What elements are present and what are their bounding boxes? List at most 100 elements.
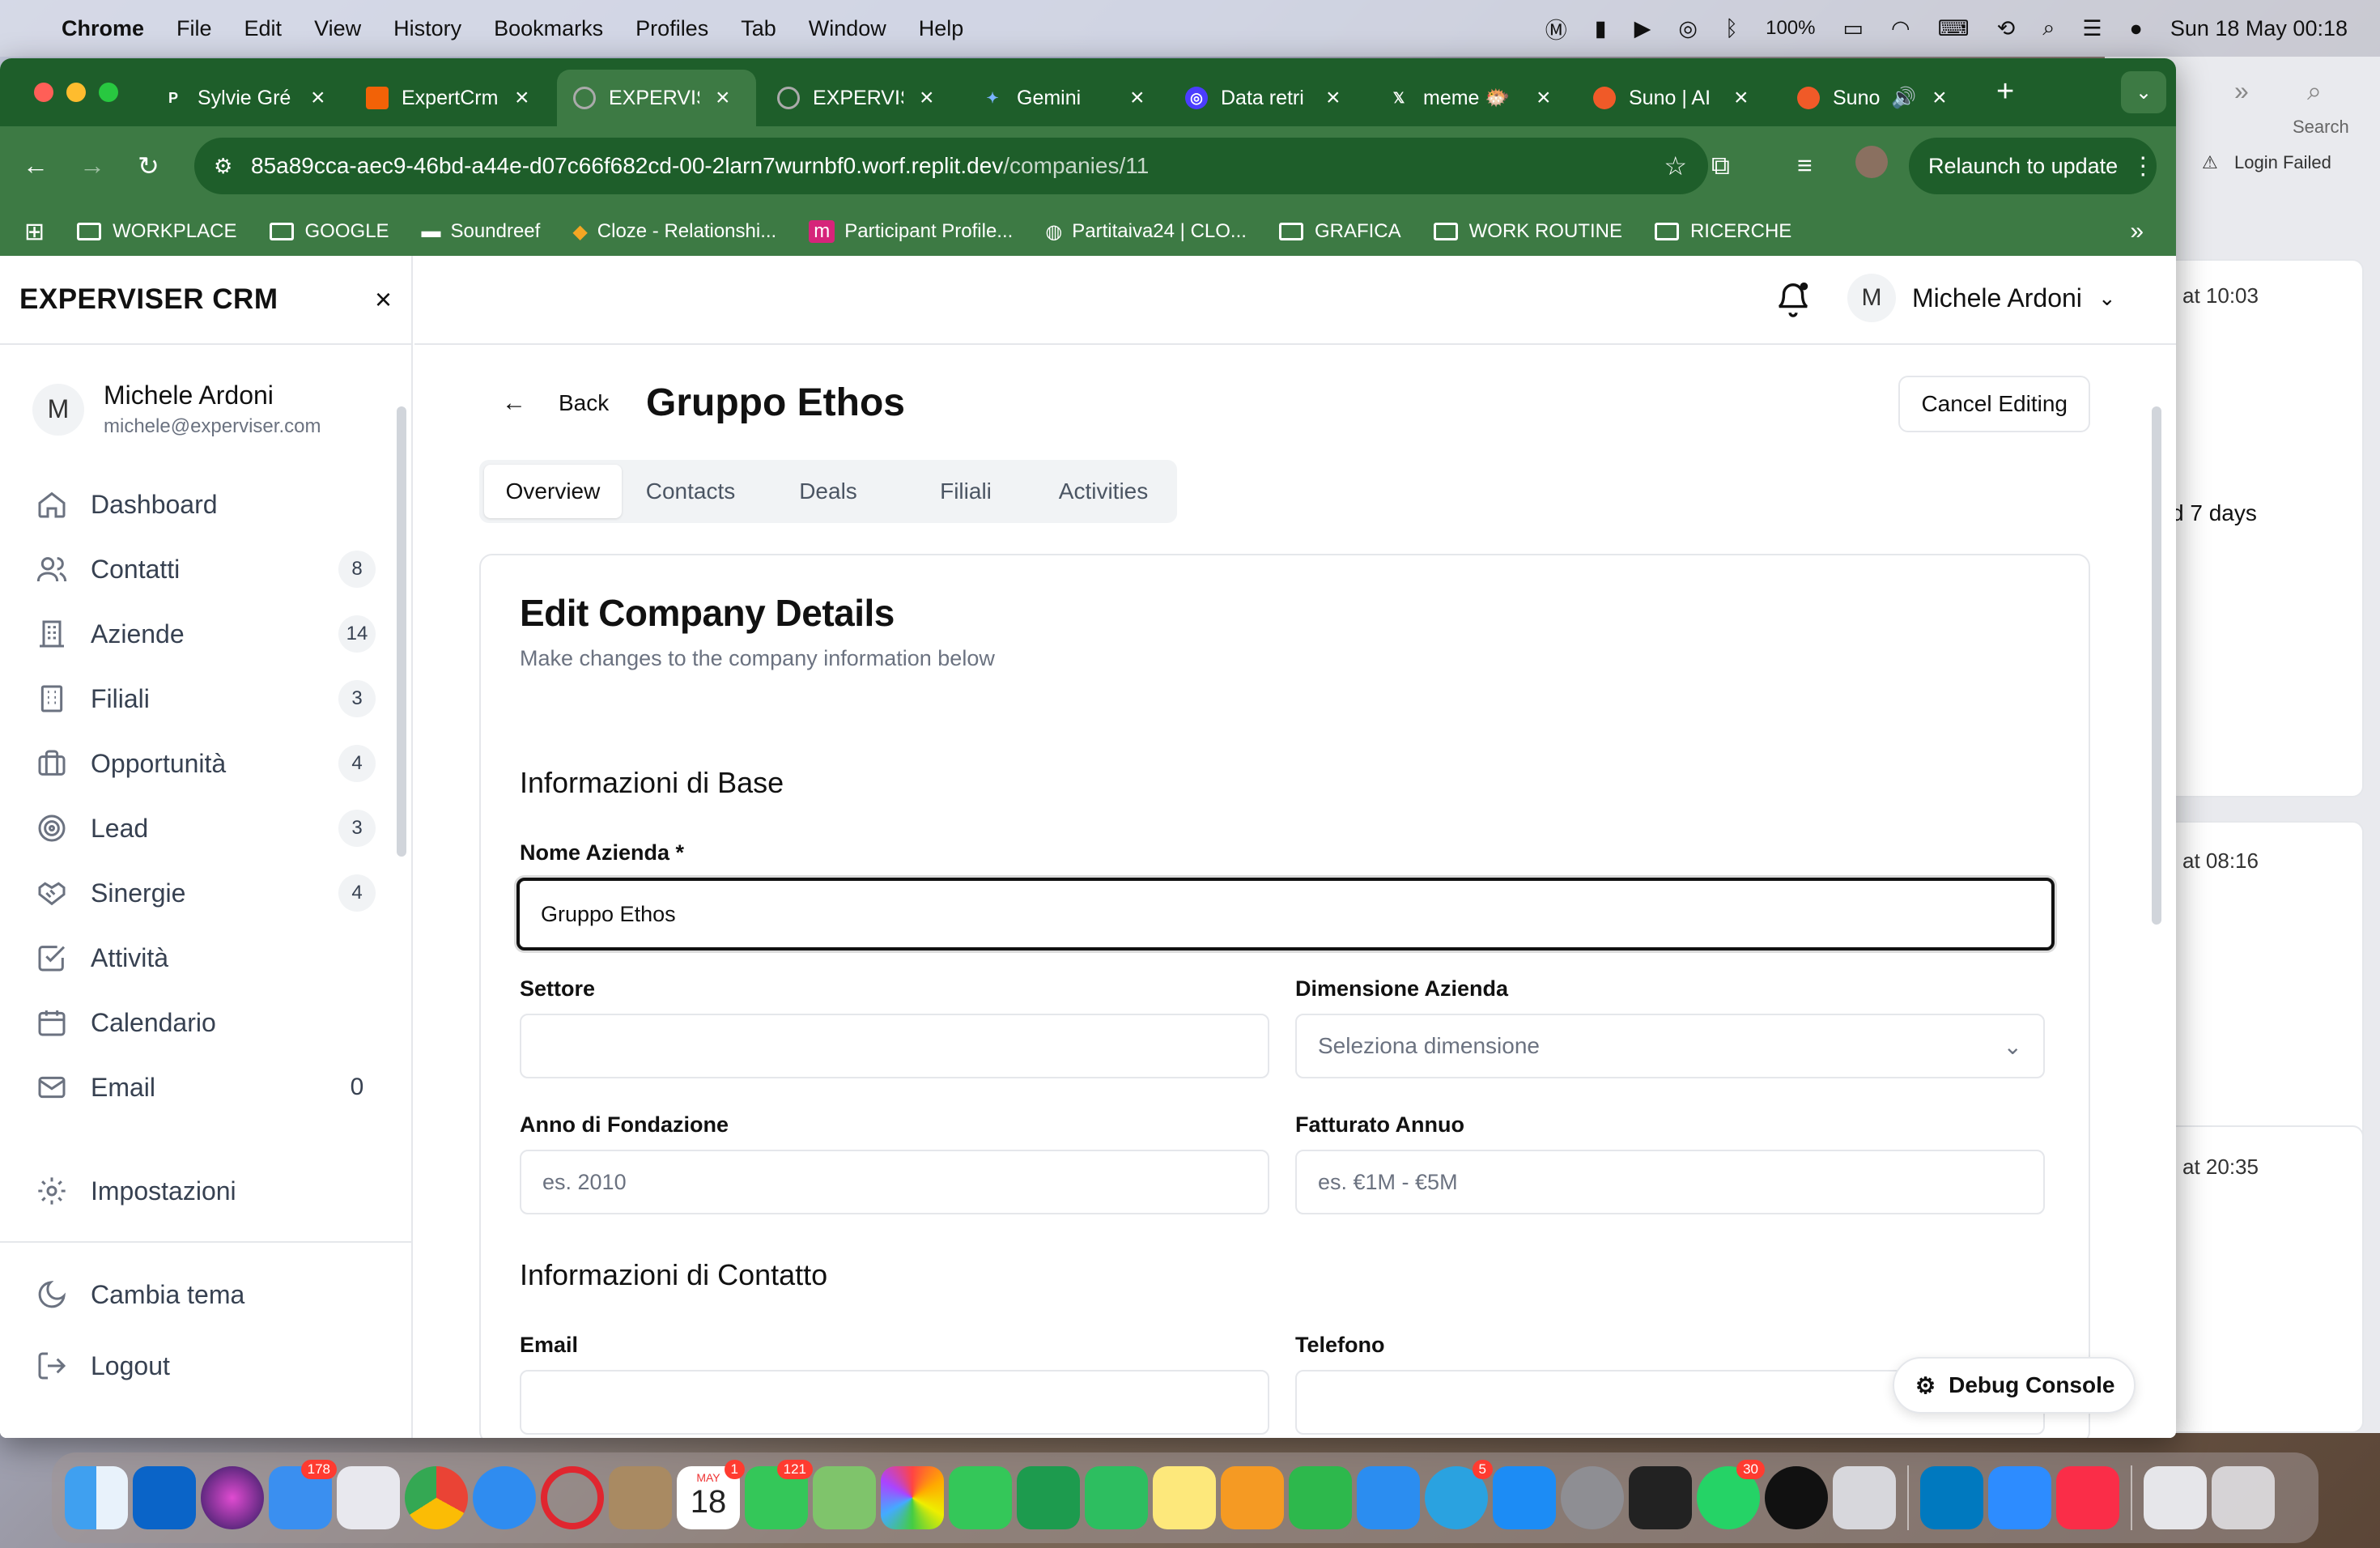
reload-icon[interactable]: ↻ bbox=[138, 151, 159, 181]
browser-tab[interactable]: ◎ Data retri × bbox=[1169, 70, 1357, 126]
bookmark-folder[interactable]: GOOGLE bbox=[269, 220, 389, 243]
brand-logo[interactable]: EXPERVISER CRM bbox=[19, 283, 278, 316]
finder-icon[interactable] bbox=[65, 1466, 128, 1529]
tab-overview[interactable]: Overview bbox=[484, 465, 622, 518]
siri-icon[interactable] bbox=[201, 1466, 264, 1529]
browser-tab-active[interactable]: EXPERVIS × bbox=[557, 70, 756, 126]
downloads-stack-icon[interactable] bbox=[2144, 1466, 2207, 1529]
time-machine-icon[interactable]: ⟲ bbox=[1997, 16, 2016, 41]
forward-arrow-icon[interactable]: → bbox=[79, 151, 105, 181]
menu-help[interactable]: Help bbox=[919, 16, 964, 41]
chatgpt-icon[interactable] bbox=[1765, 1466, 1828, 1529]
gmail-status-icon[interactable]: Ⓜ bbox=[1545, 13, 1567, 45]
sidebar-scrollbar[interactable] bbox=[397, 406, 406, 857]
bookmark-link[interactable]: ▬ Soundreef bbox=[422, 220, 541, 243]
outlook-icon[interactable] bbox=[133, 1466, 196, 1529]
bookmark-star-icon[interactable]: ☆ bbox=[1664, 151, 1687, 181]
close-tab-icon[interactable]: × bbox=[1932, 84, 1947, 112]
battery-icon[interactable]: ▭ bbox=[1843, 16, 1864, 41]
maps-icon[interactable] bbox=[813, 1466, 876, 1529]
sidebar-item-email[interactable]: Email 0 bbox=[0, 1055, 411, 1120]
close-window-button[interactable] bbox=[34, 83, 53, 102]
system-settings-icon[interactable] bbox=[1561, 1466, 1624, 1529]
telegram-icon[interactable]: 5 bbox=[1425, 1460, 1493, 1529]
keynote-icon[interactable] bbox=[1357, 1466, 1420, 1529]
browser-tab[interactable]: ✦ Gemini × bbox=[965, 70, 1161, 126]
menu-bookmarks[interactable]: Bookmarks bbox=[494, 16, 603, 41]
phone-icon[interactable] bbox=[1629, 1466, 1692, 1529]
close-tab-icon[interactable]: × bbox=[1130, 84, 1145, 112]
founding-year-input[interactable] bbox=[520, 1150, 1269, 1214]
new-tab-icon[interactable]: + bbox=[1996, 74, 2014, 109]
zoom-window-button[interactable] bbox=[99, 83, 118, 102]
sidebar-item-opportunita[interactable]: Opportunità 4 bbox=[0, 731, 411, 796]
pages-icon[interactable] bbox=[1221, 1466, 1284, 1529]
music-icon[interactable] bbox=[2056, 1466, 2119, 1529]
company-name-input[interactable] bbox=[516, 878, 2055, 950]
keyboard-icon[interactable]: ⌨ bbox=[1938, 16, 1970, 41]
bookmarks-overflow-icon[interactable]: » bbox=[2130, 218, 2144, 245]
logout-button[interactable]: Logout bbox=[0, 1333, 411, 1398]
chrome-icon[interactable] bbox=[405, 1466, 468, 1529]
tab-activities[interactable]: Activities bbox=[1035, 465, 1172, 518]
battery-percent[interactable]: 100% bbox=[1766, 17, 1815, 40]
spotlight-icon[interactable]: ⌕ bbox=[2042, 15, 2055, 41]
messages-icon[interactable]: 121 bbox=[745, 1460, 813, 1529]
menu-file[interactable]: File bbox=[176, 16, 212, 41]
bookmark-folder[interactable]: WORK ROUTINE bbox=[1433, 220, 1622, 243]
tab-filiali[interactable]: Filiali bbox=[897, 465, 1035, 518]
back-button[interactable]: ← Back bbox=[502, 389, 609, 417]
app-store-icon[interactable] bbox=[1493, 1466, 1556, 1529]
sidebar-item-contatti[interactable]: Contatti 8 bbox=[0, 537, 411, 602]
bluetooth-icon[interactable]: ᛒ bbox=[1725, 16, 1738, 41]
sidebar-item-calendario[interactable]: Calendario bbox=[0, 990, 411, 1055]
menu-tab[interactable]: Tab bbox=[741, 16, 776, 41]
debug-console-button[interactable]: ⚙ Debug Console bbox=[1893, 1357, 2136, 1414]
media-control-icon[interactable]: ≡ bbox=[1797, 151, 1813, 181]
safari-icon[interactable] bbox=[473, 1466, 536, 1529]
sidebar-item-filiali[interactable]: Filiali 3 bbox=[0, 666, 411, 731]
tab-contacts[interactable]: Contacts bbox=[622, 465, 759, 518]
menu-edit[interactable]: Edit bbox=[244, 16, 283, 41]
chat-icon[interactable] bbox=[1017, 1466, 1080, 1529]
close-tab-icon[interactable]: × bbox=[716, 84, 730, 112]
kebab-menu-icon[interactable]: ⋮ bbox=[2131, 152, 2155, 181]
speaker-icon[interactable]: 🔊 bbox=[1891, 87, 1916, 110]
whatsapp-icon[interactable]: 30 bbox=[1697, 1460, 1765, 1529]
extensions-icon[interactable]: ⧉ bbox=[1711, 151, 1730, 181]
bookmark-link[interactable]: ◆ Cloze - Relationshi... bbox=[572, 220, 776, 244]
play-status-icon[interactable]: ▶ bbox=[1634, 16, 1651, 41]
sidebar-item-sinergie[interactable]: Sinergie 4 bbox=[0, 861, 411, 925]
bookmark-link[interactable]: m Participant Profile... bbox=[809, 220, 1013, 243]
sector-input[interactable] bbox=[520, 1014, 1269, 1078]
main-scrollbar[interactable] bbox=[2152, 406, 2161, 925]
menu-app-name[interactable]: Chrome bbox=[62, 16, 144, 41]
relaunch-button[interactable]: Relaunch to update ⋮ bbox=[1909, 138, 2157, 194]
bookmark-folder[interactable]: RICERCHE bbox=[1654, 220, 1791, 243]
menu-window[interactable]: Window bbox=[809, 16, 886, 41]
close-tab-icon[interactable]: × bbox=[1734, 84, 1749, 112]
menu-history[interactable]: History bbox=[393, 16, 461, 41]
site-info-icon[interactable]: ⚙ bbox=[214, 154, 232, 179]
browser-tab[interactable]: 𝕏 meme 🐡 × bbox=[1371, 70, 1567, 126]
apps-grid-icon[interactable]: ⊞ bbox=[24, 218, 45, 246]
photos-icon[interactable] bbox=[881, 1466, 944, 1529]
clipboard-status-icon[interactable]: ▮ bbox=[1595, 16, 1607, 41]
contacts-icon[interactable] bbox=[609, 1466, 672, 1529]
profile-avatar-icon[interactable] bbox=[1855, 146, 1888, 178]
notes-icon[interactable] bbox=[1153, 1466, 1216, 1529]
menubar-clock[interactable]: Sun 18 May 00:18 bbox=[2170, 16, 2348, 41]
browser-tab[interactable]: ExpertCrm × bbox=[350, 70, 546, 126]
close-tab-icon[interactable]: × bbox=[311, 84, 325, 112]
annual-revenue-input[interactable] bbox=[1295, 1150, 2045, 1214]
back-arrow-icon[interactable]: ← bbox=[23, 151, 49, 181]
wifi-icon[interactable]: ◠ bbox=[1891, 16, 1910, 41]
mail-icon[interactable]: 178 bbox=[269, 1460, 337, 1529]
address-bar[interactable]: ⚙ 85a89cca-aec9-46bd-a44e-d07c66f682cd-0… bbox=[194, 138, 1708, 194]
close-tab-icon[interactable]: × bbox=[1536, 84, 1551, 112]
bookmark-folder[interactable]: GRAFICA bbox=[1278, 220, 1401, 243]
trash-icon[interactable] bbox=[2212, 1466, 2275, 1529]
opera-icon[interactable] bbox=[541, 1466, 604, 1529]
zoom-icon[interactable] bbox=[1988, 1466, 2051, 1529]
calendar-icon[interactable]: MAY 18 1 bbox=[677, 1460, 745, 1529]
